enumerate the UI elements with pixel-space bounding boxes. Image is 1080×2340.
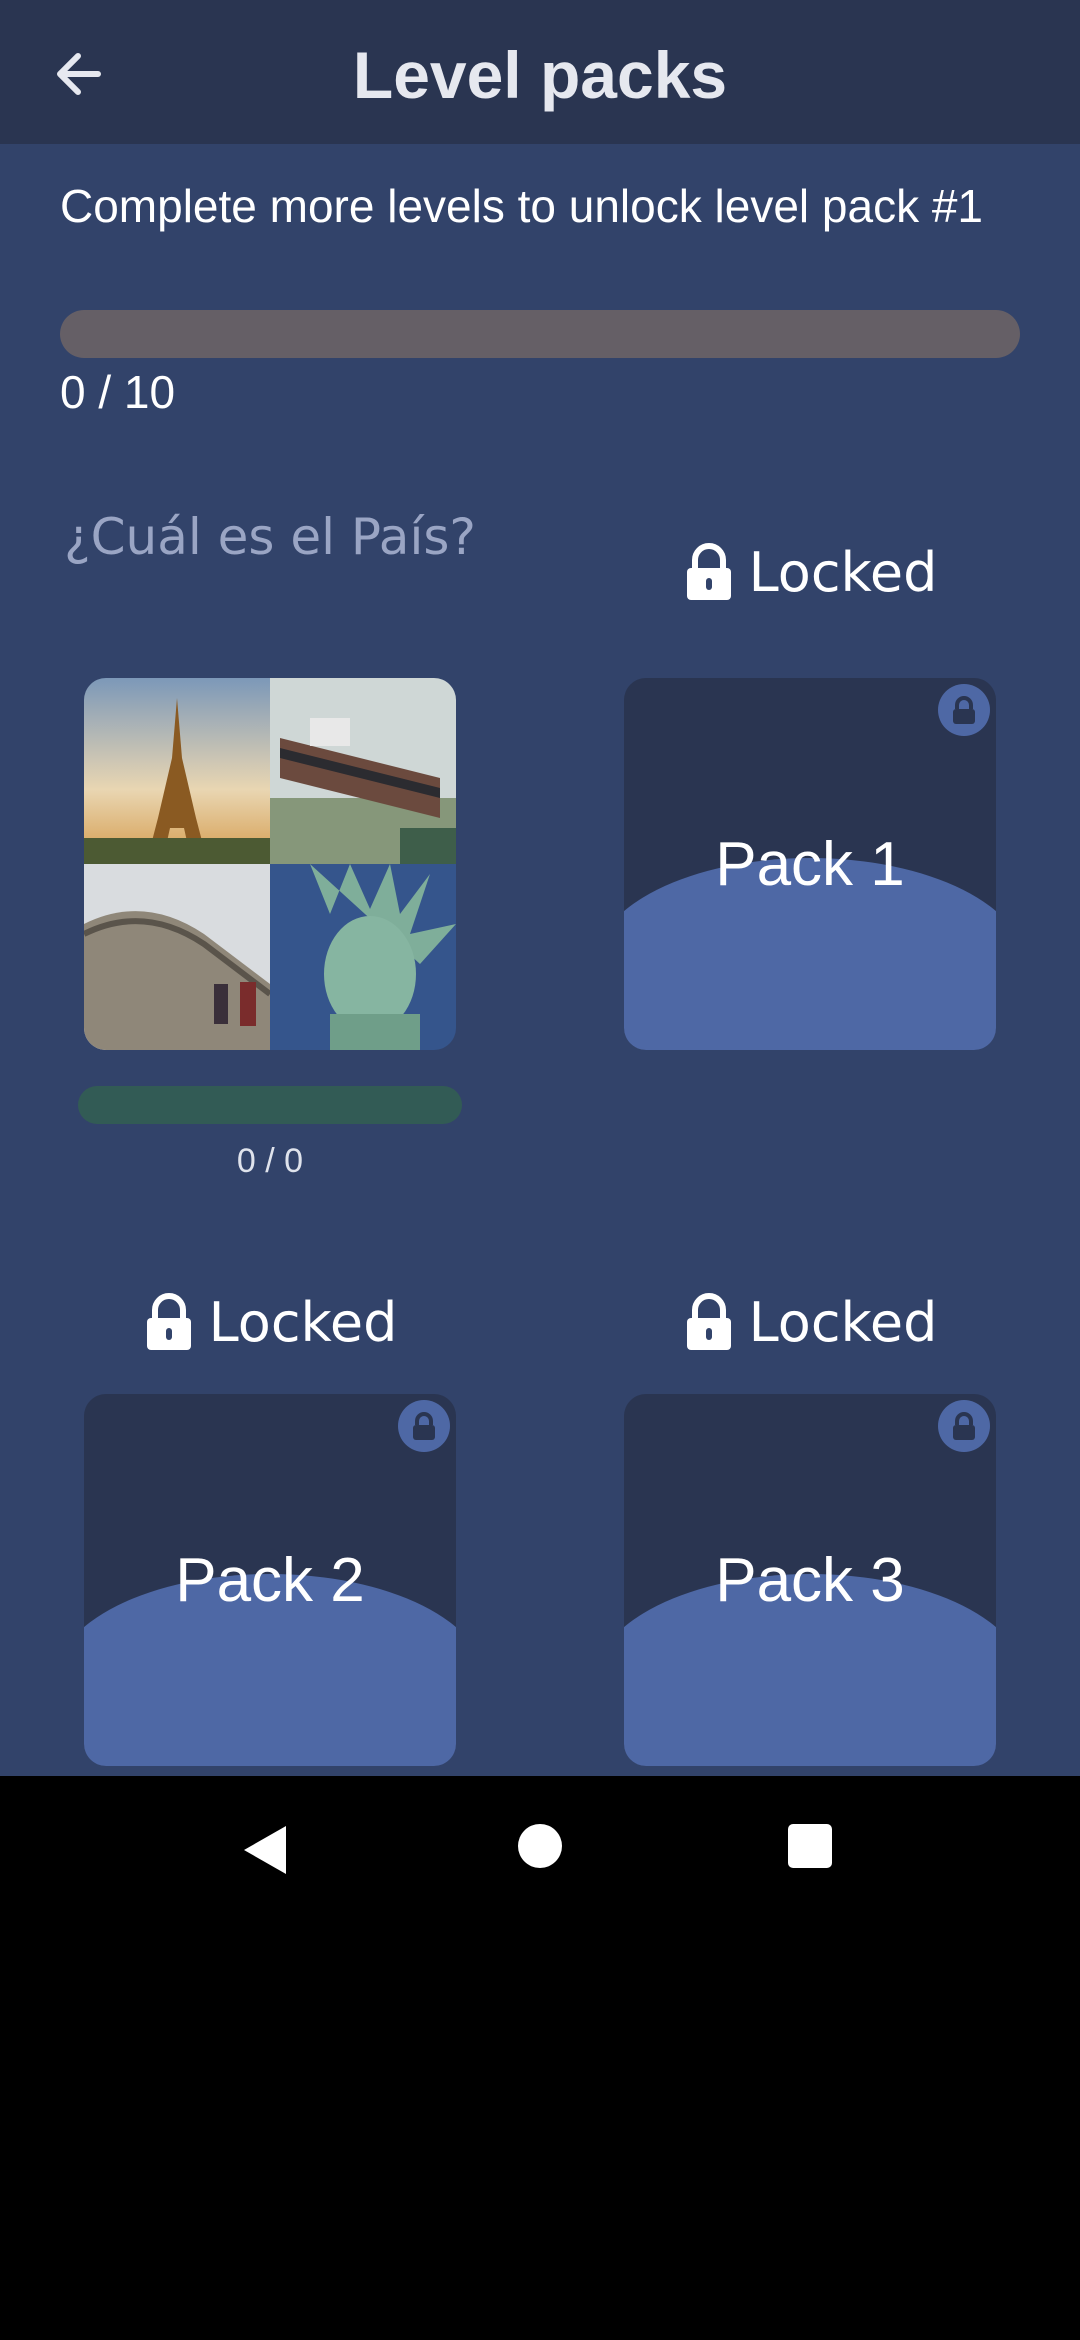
statue-of-liberty-image	[270, 864, 456, 1050]
featured-pack-count: 0 / 0	[236, 1142, 304, 1180]
pack-3-card[interactable]: Pack 3	[624, 1394, 996, 1766]
square-recents-icon[interactable]	[786, 1822, 834, 1870]
pack-2-label: Pack 2	[175, 1545, 365, 1615]
pack-2-card[interactable]: Pack 2	[84, 1394, 456, 1766]
pack-2-lock-badge	[398, 1400, 450, 1452]
pack-3-lock-badge	[938, 1400, 990, 1452]
small-lock-icon	[953, 1412, 975, 1440]
page-title: Level packs	[352, 38, 728, 112]
unlock-progress-bar	[60, 310, 1020, 358]
triangle-back-icon[interactable]	[238, 1822, 294, 1878]
ship-canal-image	[270, 678, 456, 864]
featured-pack-thumbnail[interactable]	[84, 678, 456, 1050]
great-wall-image	[84, 864, 270, 1050]
featured-pack-title: ¿Cuál es el País?	[64, 508, 476, 566]
app-screen: Level packs Complete more levels to unlo…	[0, 0, 1080, 1776]
lock-icon	[146, 1293, 191, 1350]
small-lock-icon	[953, 696, 975, 724]
lock-icon	[686, 1293, 731, 1350]
pack-1-label: Pack 1	[715, 829, 905, 899]
featured-pack-progress-bar	[78, 1086, 462, 1124]
unlock-message: Complete more levels to unlock level pac…	[60, 180, 984, 232]
top-app-bar: Level packs	[0, 0, 1080, 144]
unlock-progress-count: 0 / 10	[60, 366, 176, 418]
pack-1-card[interactable]: Pack 1	[624, 678, 996, 1050]
circle-home-icon[interactable]	[516, 1822, 564, 1870]
pack-3-locked-header: Locked	[580, 1282, 1040, 1362]
pack-1-locked-header: Locked	[580, 532, 1040, 612]
small-lock-icon	[413, 1412, 435, 1440]
lock-icon	[686, 543, 731, 600]
system-navigation-bar	[0, 1776, 1080, 1922]
pack-3-label: Pack 3	[715, 1545, 905, 1615]
pack-2-status: Locked	[208, 1290, 398, 1354]
eiffel-tower-image	[84, 678, 270, 864]
pack-1-status: Locked	[748, 540, 938, 604]
pack-3-status: Locked	[748, 1290, 938, 1354]
pack-2-locked-header: Locked	[40, 1282, 500, 1362]
pack-1-lock-badge	[938, 684, 990, 736]
